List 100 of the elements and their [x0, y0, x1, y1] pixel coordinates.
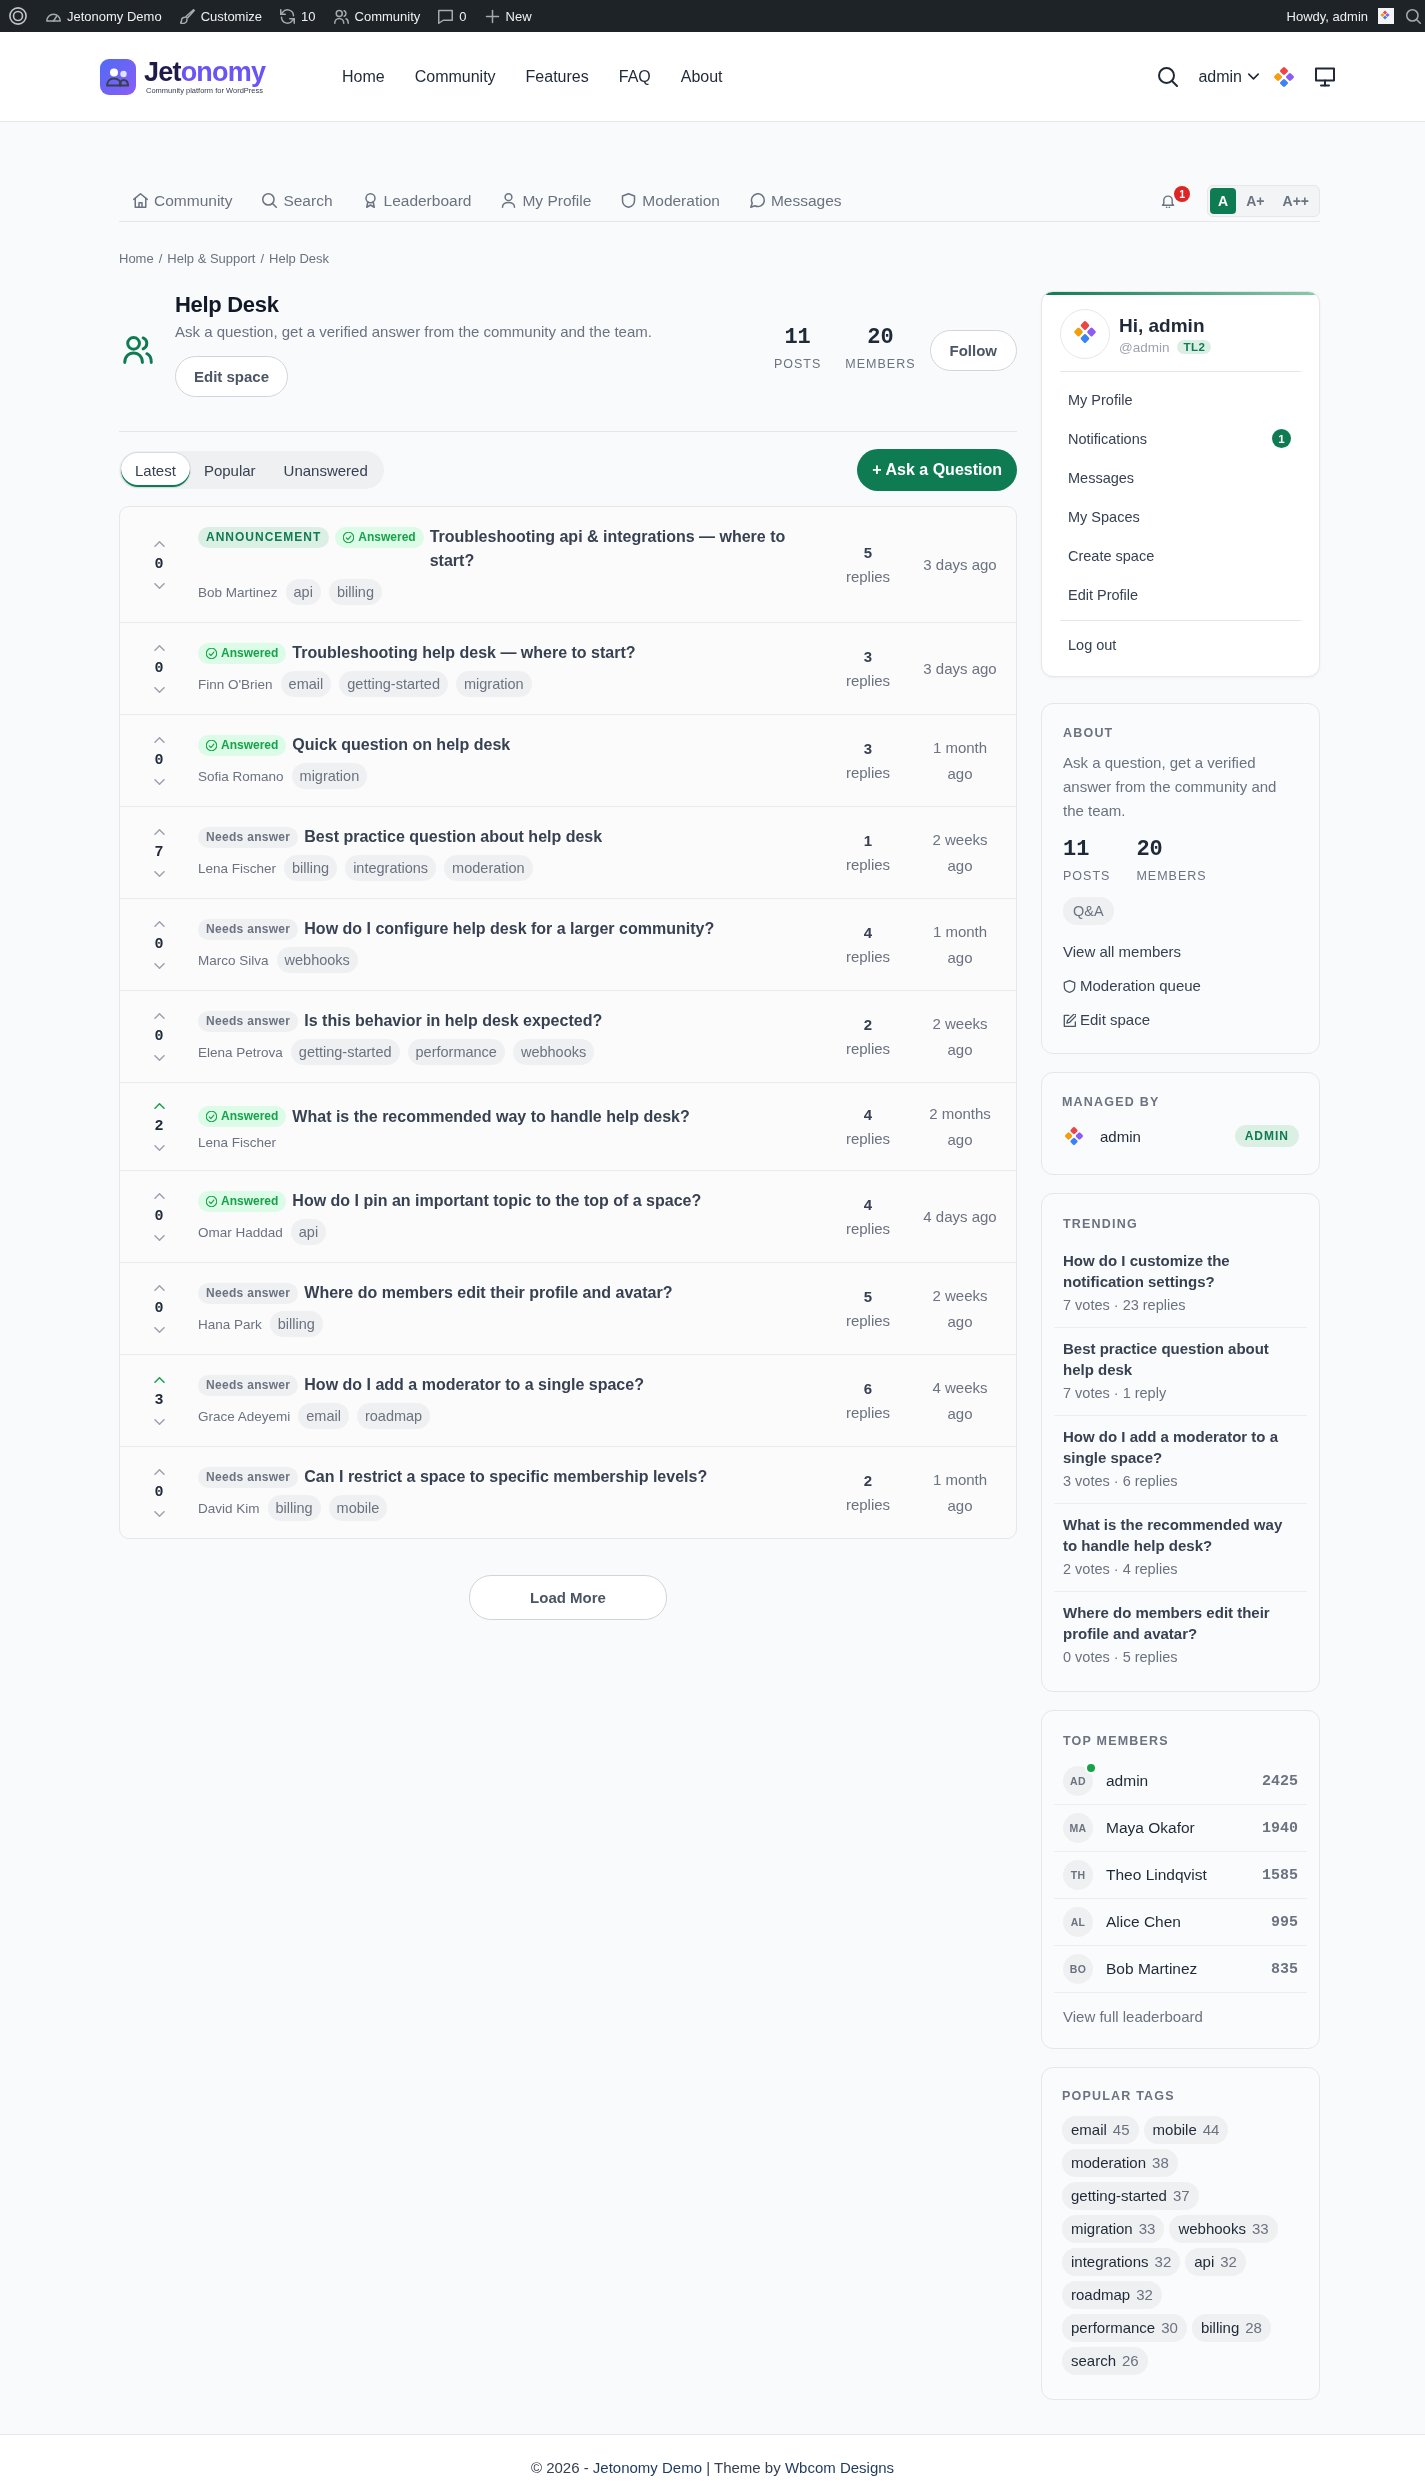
chevron-up-icon[interactable] [153, 1469, 165, 1475]
chevron-down-icon[interactable] [153, 871, 165, 877]
author-name[interactable]: Omar Haddad [198, 1224, 283, 1240]
tag-link[interactable]: performance 30 [1062, 2314, 1187, 2342]
member-name[interactable]: admin [1106, 1772, 1149, 1790]
author-name[interactable]: Lena Fischer [198, 1134, 277, 1150]
tag-link[interactable]: roadmap 32 [1062, 2281, 1162, 2309]
chevron-down-icon[interactable] [153, 779, 165, 785]
moderation-queue-link[interactable]: Moderation queue [1063, 969, 1201, 1003]
chevron-up-icon[interactable] [153, 1103, 165, 1109]
monitor-icon[interactable] [1315, 66, 1335, 87]
search-icon[interactable] [1158, 66, 1179, 87]
tag-chip[interactable]: billing [269, 1311, 323, 1337]
font-size-button[interactable]: A [1210, 187, 1237, 214]
author-name[interactable]: Hana Park [198, 1316, 262, 1332]
post-title-link[interactable]: Is this behavior in help desk expected? [304, 1009, 603, 1033]
tag-chip[interactable]: getting-started [339, 671, 448, 697]
chevron-down-icon[interactable] [153, 1511, 165, 1517]
post-title-link[interactable]: Best practice question about help desk [304, 825, 603, 849]
font-size-button[interactable]: A+ [1238, 187, 1273, 214]
member-name[interactable]: Bob Martinez [1106, 1960, 1198, 1978]
chevron-down-icon[interactable] [153, 583, 165, 589]
tag-link[interactable]: integrations 32 [1062, 2248, 1181, 2276]
user-menu-link[interactable]: Messages [1060, 458, 1301, 497]
admin-bar-link[interactable]: Jetonomy Demo [37, 0, 171, 32]
trending-topic-link[interactable]: What is the recommended way to handle help desk? [1063, 1514, 1293, 1556]
chevron-down-icon[interactable] [153, 1327, 165, 1333]
tag-chip[interactable]: email [298, 1403, 349, 1429]
author-name[interactable]: Marco Silva [198, 952, 269, 968]
site-link[interactable]: Jetonomy Demo [592, 2459, 703, 2476]
tag-chip[interactable]: email [280, 671, 332, 697]
account-link[interactable]: Howdy, admin [1277, 0, 1403, 32]
post-title-link[interactable]: How do I pin an important topic to the top of a space? [292, 1189, 702, 1213]
tag-link[interactable]: email 45 [1062, 2116, 1139, 2144]
user-menu-link[interactable]: My Spaces [1060, 497, 1301, 536]
chevron-down-icon[interactable] [153, 1055, 165, 1061]
chevron-down-icon[interactable] [153, 963, 165, 969]
author-name[interactable]: Bob Martinez [198, 584, 278, 600]
tag-link[interactable]: api 32 [1185, 2248, 1246, 2276]
tag-chip[interactable]: billing [284, 855, 338, 881]
sort-tab[interactable]: Latest [121, 453, 190, 487]
user-menu-link[interactable]: Notifications 1 [1060, 419, 1301, 458]
logout-link[interactable]: Log out [1060, 625, 1301, 664]
tag-chip[interactable]: webhooks [512, 1039, 595, 1065]
manager-name[interactable]: admin [1100, 1127, 1141, 1145]
author-name[interactable]: David Kim [198, 1500, 260, 1516]
chevron-down-icon[interactable] [153, 1235, 165, 1241]
tag-link[interactable]: mobile 44 [1143, 2116, 1229, 2144]
view-members-link[interactable]: View all members [1063, 935, 1182, 969]
trending-topic-link[interactable]: How do I add a moderator to a single space? [1063, 1426, 1293, 1468]
breadcrumb-link[interactable]: Help & Support [167, 250, 256, 268]
community-nav-link[interactable]: Leaderboard [362, 191, 472, 210]
chevron-up-icon[interactable] [153, 541, 165, 547]
tag-chip[interactable]: api [290, 1219, 327, 1245]
tag-chip[interactable]: billing [328, 579, 382, 605]
tag-chip[interactable]: performance [407, 1039, 505, 1065]
community-nav-link[interactable]: Search [262, 191, 333, 210]
admin-bar-link[interactable]: 10 [271, 0, 325, 32]
logo-wordmark[interactable]: Jetonomy [144, 57, 266, 86]
chevron-up-icon[interactable] [153, 921, 165, 927]
nav-link[interactable]: About [680, 67, 723, 86]
tag-chip[interactable]: billing [267, 1495, 321, 1521]
nav-link[interactable]: Community [414, 67, 496, 86]
chevron-up-icon[interactable] [153, 1193, 165, 1199]
chevron-down-icon[interactable] [153, 687, 165, 693]
bell-icon[interactable] [1161, 193, 1176, 208]
author-name[interactable]: Grace Adeyemi [198, 1408, 291, 1424]
post-title-link[interactable]: How do I configure help desk for a larger community? [304, 917, 715, 941]
follow-button[interactable]: Follow [929, 330, 1017, 371]
chevron-up-icon[interactable] [153, 1013, 165, 1019]
admin-bar-link[interactable]: Community [324, 0, 430, 32]
tag-chip[interactable]: migration [291, 763, 368, 789]
edit-space-button[interactable]: Edit space [175, 356, 289, 397]
tag-chip[interactable]: roadmap [356, 1403, 431, 1429]
user-menu-link[interactable]: Edit Profile [1060, 575, 1301, 614]
user-menu-link[interactable]: My Profile [1060, 380, 1301, 419]
author-name[interactable]: Lena Fischer [198, 860, 277, 876]
logo-icon[interactable] [100, 58, 136, 95]
post-title-link[interactable]: How do I add a moderator to a single space? [304, 1373, 644, 1397]
author-name[interactable]: Sofia Romano [198, 768, 284, 784]
tag-link[interactable]: webhooks 33 [1169, 2215, 1278, 2243]
post-title-link[interactable]: Troubleshooting api & integrations — where to start? [429, 525, 815, 573]
admin-bar-link[interactable]: New [475, 0, 541, 32]
edit-space-link[interactable]: Edit space [1063, 1003, 1151, 1037]
post-title-link[interactable]: What is the recommended way to handle help desk? [292, 1104, 690, 1129]
avatar-icon[interactable] [1273, 65, 1295, 88]
nav-link[interactable]: FAQ [618, 67, 651, 86]
tag-link[interactable]: migration 33 [1062, 2215, 1165, 2243]
chevron-up-icon[interactable] [153, 645, 165, 651]
post-title-link[interactable]: Can I restrict a space to specific membership levels? [304, 1465, 708, 1489]
member-name[interactable]: Maya Okafor [1106, 1819, 1195, 1837]
trending-topic-link[interactable]: Where do members edit their profile and avatar? [1063, 1602, 1293, 1644]
author-name[interactable]: Elena Petrova [198, 1044, 283, 1060]
sort-tab[interactable]: Popular [189, 453, 270, 487]
tag-chip[interactable]: getting-started [290, 1039, 400, 1065]
community-nav-link[interactable]: Community [133, 191, 233, 210]
tag-link[interactable]: getting-started 37 [1062, 2182, 1199, 2210]
sort-tab[interactable]: Unanswered [269, 453, 382, 487]
community-nav-link[interactable]: Messages [749, 191, 842, 210]
post-title-link[interactable]: Where do members edit their profile and avatar? [304, 1281, 673, 1305]
